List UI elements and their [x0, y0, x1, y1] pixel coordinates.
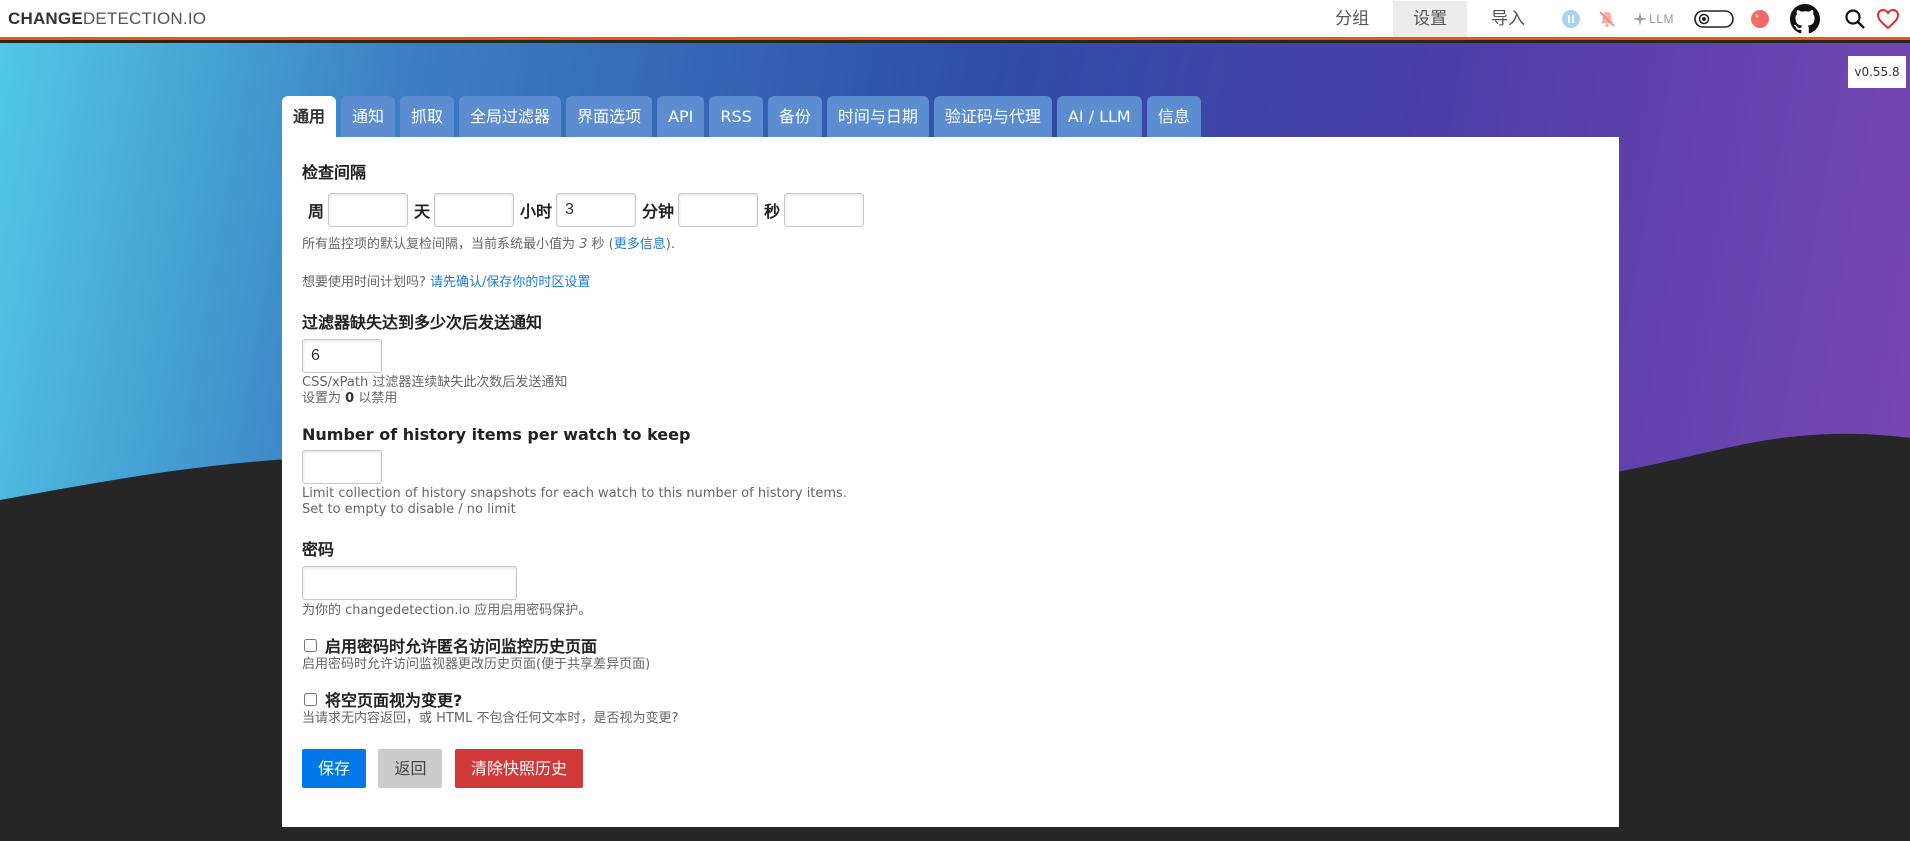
- history-items-title: Number of history items per watch to kee…: [302, 425, 691, 444]
- unit-minutes-label: 分钟: [642, 202, 675, 221]
- unit-seconds-label: 秒: [764, 202, 781, 221]
- back-button[interactable]: 返回: [378, 749, 443, 788]
- password-input[interactable]: [302, 566, 517, 600]
- brand-bold: CHANGE: [8, 9, 83, 28]
- tab-ai-llm[interactable]: AI / LLM: [1056, 96, 1142, 137]
- more-info-link[interactable]: 更多信息: [614, 237, 666, 252]
- brand-rest: DETECTION.IO: [82, 9, 207, 28]
- action-buttons: 保存 返回 清除快照历史: [302, 749, 1599, 788]
- check-interval-row: 周 天 小时 分钟 秒: [302, 193, 1599, 227]
- tab-backups[interactable]: 备份: [767, 96, 822, 137]
- github-icon[interactable]: [1790, 3, 1820, 34]
- nav-groups[interactable]: 分组: [1315, 1, 1389, 37]
- tab-captcha-proxies[interactable]: 验证码与代理: [933, 96, 1052, 137]
- nav-import[interactable]: 导入: [1471, 1, 1545, 37]
- timezone-settings-link[interactable]: 请先确认/保存你的时区设置: [430, 275, 590, 290]
- save-button[interactable]: 保存: [302, 749, 367, 788]
- filter-failure-threshold-input[interactable]: [302, 339, 382, 373]
- tab-info[interactable]: 信息: [1146, 96, 1201, 137]
- tab-ui-options[interactable]: 界面选项: [566, 96, 653, 137]
- schedule-note: 想要使用时间计划吗? 请先确认/保存你的时区设置: [302, 275, 591, 290]
- tab-notifications[interactable]: 通知: [341, 96, 396, 137]
- anon-access-checkbox[interactable]: [304, 638, 317, 652]
- settings-tabs: 通用 通知 抓取 全局过滤器 界面选项 API RSS 备份 时间与日期 验证码…: [282, 96, 1206, 137]
- filter-failure-help: CSS/xPath 过滤器连续缺失此次数后发送通知 设置为 0 以禁用: [302, 375, 568, 406]
- check-interval-help: 所有监控项的默认复检间隔，当前系统最小值为 3 秒 (更多信息).: [302, 237, 675, 252]
- unit-hours-label: 小时: [520, 202, 553, 221]
- empty-page-row: 将空页面视为变更?: [302, 687, 1599, 711]
- anon-access-label[interactable]: 启用密码时允许匿名访问监控历史页面: [325, 633, 597, 657]
- tab-global-filters[interactable]: 全局过滤器: [459, 96, 562, 137]
- days-input[interactable]: [434, 193, 515, 227]
- nav-settings[interactable]: 设置: [1393, 0, 1468, 37]
- clear-history-button[interactable]: 清除快照历史: [454, 749, 583, 788]
- dark-mode-toggle-icon[interactable]: [1694, 9, 1734, 29]
- unit-days-label: 天: [414, 202, 431, 221]
- tab-rss[interactable]: RSS: [709, 96, 763, 137]
- tab-api[interactable]: API: [657, 96, 705, 137]
- brand-logo[interactable]: CHANGEDETECTION.IO: [8, 9, 206, 29]
- version-badge: v0.55.8: [1848, 56, 1906, 88]
- settings-panel: 检查间隔 周 天 小时 分钟 秒 所有监控项的默认复检间隔，当前系统最小值为 3…: [282, 137, 1619, 827]
- llm-sparkle-icon[interactable]: LLM: [1633, 11, 1674, 26]
- history-items-input[interactable]: [302, 450, 382, 484]
- main-nav: 分组 设置 导入 LLM: [1313, 0, 1910, 37]
- seconds-input[interactable]: [784, 193, 865, 227]
- llm-label: LLM: [1649, 11, 1674, 26]
- empty-page-checkbox[interactable]: [304, 692, 317, 706]
- minutes-input[interactable]: [678, 193, 759, 227]
- weeks-input[interactable]: [328, 193, 409, 227]
- mute-bell-icon[interactable]: [1597, 9, 1617, 29]
- tab-time-date[interactable]: 时间与日期: [826, 96, 929, 137]
- pause-icon[interactable]: [1561, 9, 1581, 29]
- tab-fetching[interactable]: 抓取: [400, 96, 455, 137]
- filter-failure-title: 过滤器缺失达到多少次后发送通知: [302, 313, 543, 332]
- unit-weeks-label: 周: [308, 202, 325, 221]
- history-items-help: Limit collection of history snapshots fo…: [302, 486, 847, 517]
- empty-page-help: 当请求无内容返回，或 HTML 不包含任何文本时，是否视为变更?: [302, 711, 679, 726]
- empty-page-label[interactable]: 将空页面视为变更?: [325, 687, 462, 711]
- top-header: CHANGEDETECTION.IO 分组 设置 导入 LLM: [0, 0, 1910, 40]
- anon-access-row: 启用密码时允许匿名访问监控历史页面: [302, 633, 1599, 657]
- anon-access-help: 启用密码时允许访问监视器更改历史页面(便于共享差异页面): [302, 657, 651, 672]
- language-flag-icon[interactable]: [1750, 9, 1770, 29]
- password-title: 密码: [302, 540, 335, 559]
- hours-input[interactable]: [556, 193, 637, 227]
- tab-general[interactable]: 通用: [282, 96, 337, 137]
- check-interval-title: 检查间隔: [302, 163, 367, 182]
- heart-icon[interactable]: [1876, 8, 1900, 30]
- password-help: 为你的 changedetection.io 应用启用密码保护。: [302, 603, 592, 618]
- search-icon[interactable]: [1844, 8, 1866, 30]
